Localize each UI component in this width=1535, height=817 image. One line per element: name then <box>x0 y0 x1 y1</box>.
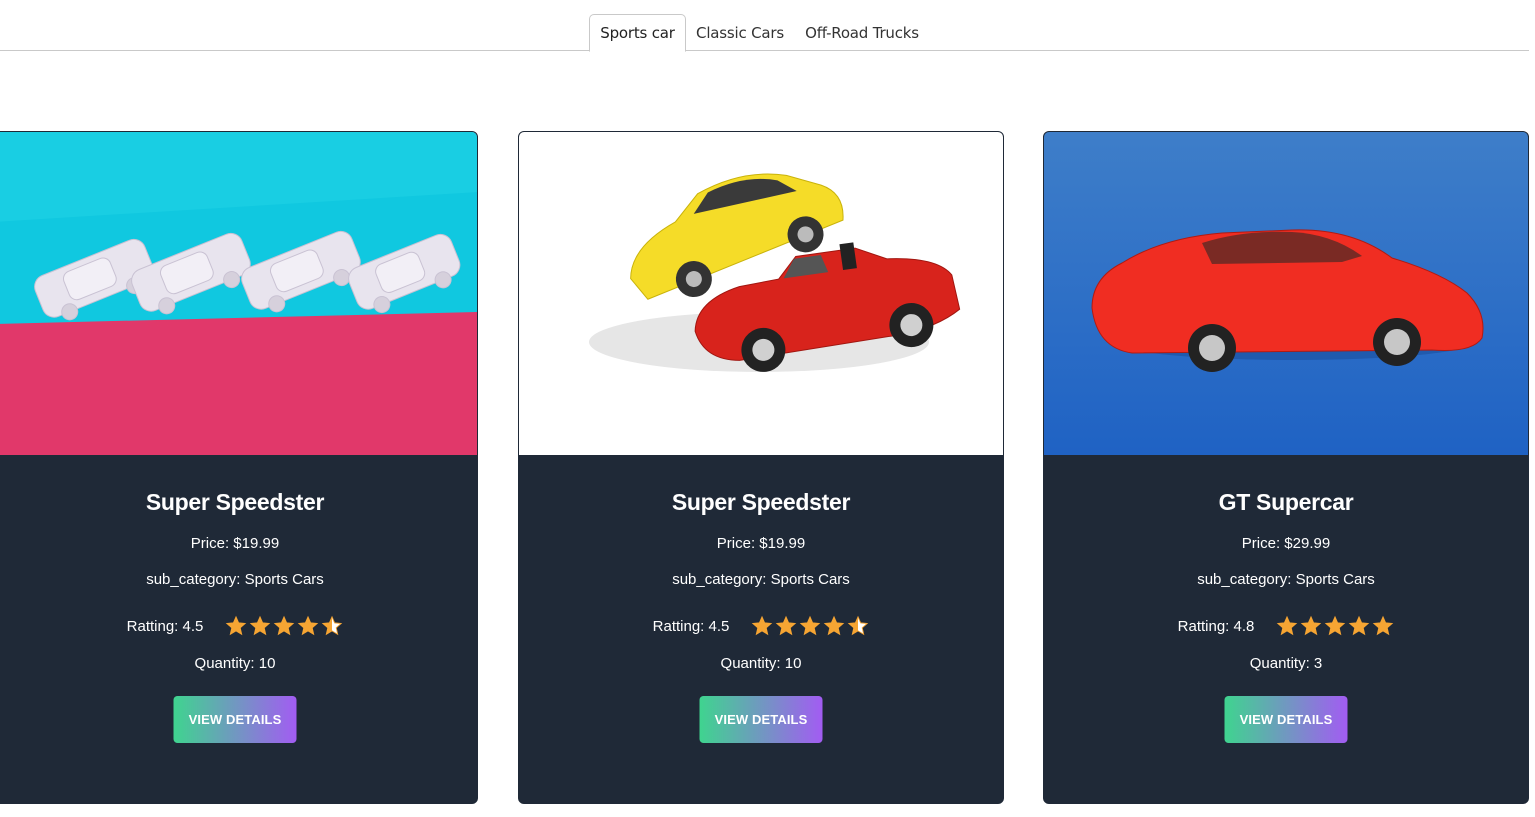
rating-label: Ratting: 4.5 <box>126 617 204 635</box>
star-full-icon <box>776 615 797 636</box>
tab-off-road-trucks[interactable]: Off-Road Trucks <box>798 14 926 51</box>
star-full-icon <box>800 615 821 636</box>
star-full-icon <box>226 615 247 636</box>
product-sub-category: sub_category: Sports Cars <box>672 571 850 588</box>
star-rating <box>751 615 869 637</box>
star-full-icon <box>824 615 845 636</box>
category-tabs: Sports car Classic Cars Off-Road Trucks <box>0 0 1529 52</box>
product-rating: Ratting: 4.5 <box>519 615 1003 637</box>
view-details-button[interactable]: VIEW DETAILS <box>699 696 823 743</box>
star-half-icon <box>848 615 869 636</box>
product-price: Price: $29.99 <box>1241 535 1331 552</box>
card-body: Super Speedster Price: $19.99 sub_catego… <box>519 455 1003 803</box>
product-quantity: Quantity: 3 <box>1249 655 1323 672</box>
product-image <box>1044 132 1528 455</box>
product-sub-category: sub_category: Sports Cars <box>1197 571 1375 588</box>
star-rating <box>1276 615 1394 637</box>
product-price: Price: $19.99 <box>716 535 806 552</box>
product-title: Super Speedster <box>671 489 851 515</box>
star-full-icon <box>1325 615 1346 636</box>
product-rating: Ratting: 4.8 <box>1044 615 1528 637</box>
product-card: Super Speedster Price: $19.99 sub_catego… <box>518 131 1004 804</box>
tab-sports-car[interactable]: Sports car <box>589 14 686 52</box>
star-rating <box>225 615 343 637</box>
product-rating: Ratting: 4.5 <box>0 615 477 637</box>
star-full-icon <box>274 615 295 636</box>
product-card: GT Supercar Price: $29.99 sub_category: … <box>1043 131 1529 804</box>
star-full-icon <box>752 615 773 636</box>
star-full-icon <box>1301 615 1322 636</box>
product-price: Price: $19.99 <box>190 535 280 552</box>
product-image <box>519 132 1003 455</box>
product-quantity: Quantity: 10 <box>194 655 276 672</box>
card-body: Super Speedster Price: $19.99 sub_catego… <box>0 455 477 803</box>
star-full-icon <box>298 615 319 636</box>
view-details-button[interactable]: VIEW DETAILS <box>1224 696 1348 743</box>
tab-classic-cars[interactable]: Classic Cars <box>690 14 790 51</box>
rating-label: Ratting: 4.8 <box>1177 617 1255 635</box>
product-title: Super Speedster <box>145 489 325 515</box>
star-full-icon <box>250 615 271 636</box>
product-image <box>0 132 477 455</box>
star-full-icon <box>1373 615 1394 636</box>
star-full-icon <box>1277 615 1298 636</box>
star-half-icon <box>322 615 343 636</box>
view-details-button[interactable]: VIEW DETAILS <box>173 696 297 743</box>
card-body: GT Supercar Price: $29.99 sub_category: … <box>1044 455 1528 803</box>
product-quantity: Quantity: 10 <box>720 655 802 672</box>
product-title: GT Supercar <box>1218 489 1354 515</box>
product-card: Super Speedster Price: $19.99 sub_catego… <box>0 131 478 804</box>
product-sub-category: sub_category: Sports Cars <box>146 571 324 588</box>
star-full-icon <box>1349 615 1370 636</box>
rating-label: Ratting: 4.5 <box>652 617 730 635</box>
